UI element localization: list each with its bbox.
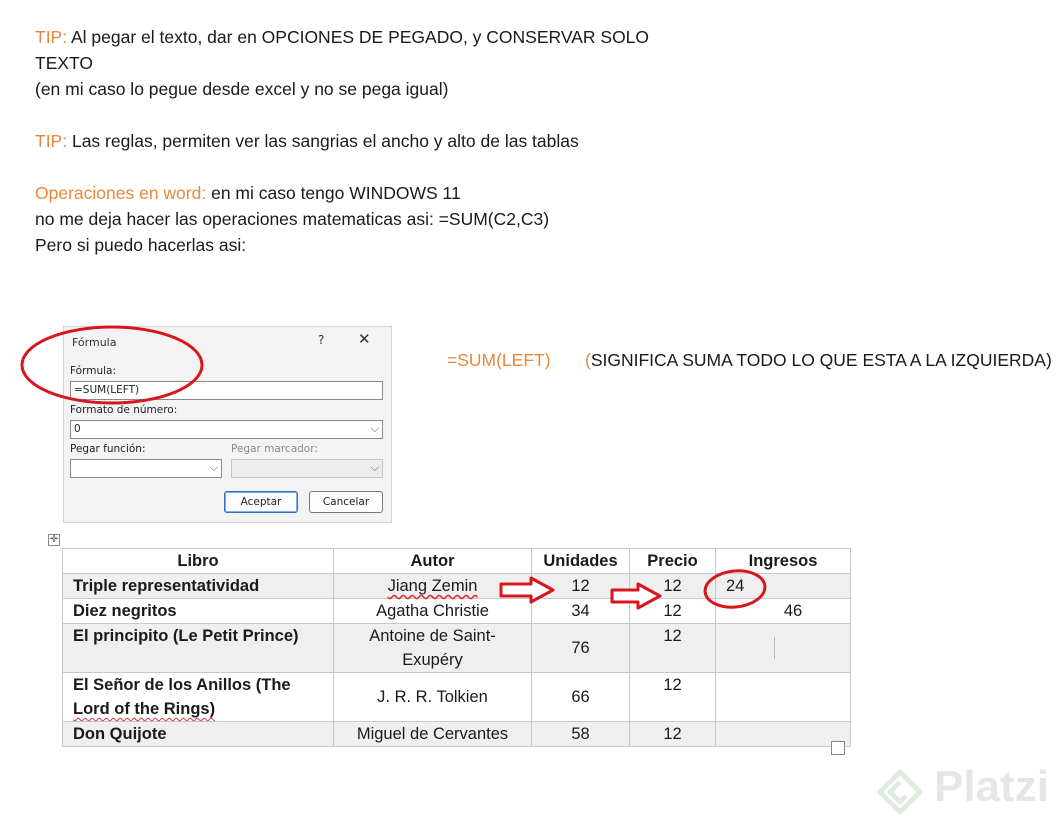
format-select[interactable]: 0 ⌵ bbox=[70, 420, 383, 439]
author-line1: Antoine de Saint- bbox=[369, 627, 496, 645]
tip2-label: TIP: bbox=[35, 131, 68, 151]
cell-precio[interactable]: 12 bbox=[629, 672, 716, 722]
cell-autor[interactable]: Jiang Zemin bbox=[333, 573, 532, 599]
ops-line2: no me deja hacer las operaciones matemat… bbox=[35, 209, 550, 229]
paste-bookmark-select[interactable]: ⌵ bbox=[231, 459, 383, 478]
table-resize-handle[interactable] bbox=[831, 741, 845, 755]
help-icon[interactable]: ? bbox=[318, 333, 324, 347]
cell-autor[interactable]: J. R. R. Tolkien bbox=[333, 672, 532, 722]
format-label: Formato de número: bbox=[70, 404, 178, 416]
table-row: Triple representatividad Jiang Zemin 12 … bbox=[62, 573, 851, 599]
table-row: Don Quijote Miguel de Cervantes 58 12 bbox=[62, 721, 851, 747]
format-value: 0 bbox=[74, 423, 81, 435]
formula-dialog: Fórmula ? ✕ Fórmula: =SUM(LEFT) Formato … bbox=[63, 326, 392, 523]
chevron-down-icon: ⌵ bbox=[209, 461, 218, 474]
ops-line3: Pero si puedo hacerlas asi: bbox=[35, 235, 247, 255]
tip1-text: Al pegar el texto, dar en OPCIONES DE PE… bbox=[67, 27, 650, 47]
cell-libro[interactable]: Triple representatividad bbox=[62, 573, 334, 599]
author-text: Jiang Zemin bbox=[387, 577, 478, 595]
table-row: El Señor de los Anillos (The Lord of the … bbox=[62, 672, 851, 722]
header-libro: Libro bbox=[62, 548, 334, 574]
cell-autor[interactable]: Antoine de Saint- Exupéry bbox=[333, 623, 532, 673]
close-icon[interactable]: ✕ bbox=[358, 330, 371, 348]
cell-libro[interactable]: El principito (Le Petit Prince) bbox=[62, 623, 334, 673]
formula-note-meaning: (SIGNIFICA SUMA TODO LO QUE ESTA A LA IZ… bbox=[585, 350, 1052, 371]
paste-bookmark-label: Pegar marcador: bbox=[231, 443, 318, 455]
cell-libro[interactable]: Diez negritos bbox=[62, 598, 334, 624]
cell-ingresos[interactable] bbox=[715, 623, 851, 673]
libro-line1-text: El Señor de los Anillos (The bbox=[73, 676, 291, 694]
table-header-row: Libro Autor Unidades Precio Ingresos bbox=[62, 548, 851, 574]
cell-unidades[interactable]: 66 bbox=[531, 672, 630, 722]
cell-autor[interactable]: Agatha Christie bbox=[333, 598, 532, 624]
ops-text: en mi caso tengo WINDOWS 11 bbox=[206, 183, 461, 203]
accept-button[interactable]: Aceptar bbox=[224, 491, 298, 513]
libro-line1: El Señor de los Anillos (The bbox=[73, 673, 323, 697]
cell-unidades[interactable]: 12 bbox=[531, 573, 630, 599]
ops-line1: Operaciones en word: en mi caso tengo WI… bbox=[35, 182, 461, 204]
platzi-logo-icon bbox=[877, 769, 923, 815]
header-unidades: Unidades bbox=[531, 548, 630, 574]
table-row: El principito (Le Petit Prince) Antoine … bbox=[62, 623, 851, 673]
ops-label: Operaciones en word: bbox=[35, 183, 207, 203]
cell-unidades[interactable]: 58 bbox=[531, 721, 630, 747]
chevron-down-icon: ⌵ bbox=[370, 422, 379, 435]
tip2-line: TIP: Las reglas, permiten ver las sangri… bbox=[35, 130, 579, 152]
tip1-line2: TEXTO bbox=[35, 53, 94, 73]
cell-unidades[interactable]: 76 bbox=[531, 623, 630, 673]
tip2-text: Las reglas, permiten ver las sangrias el… bbox=[67, 131, 579, 151]
paste-function-label: Pegar función: bbox=[70, 443, 146, 455]
cell-precio[interactable]: 12 bbox=[629, 598, 716, 624]
cell-libro[interactable]: El Señor de los Anillos (The Lord of the … bbox=[62, 672, 334, 722]
cell-ingresos[interactable]: 46 bbox=[715, 598, 851, 624]
tip1-line1: TIP: Al pegar el texto, dar en OPCIONES … bbox=[35, 26, 649, 48]
table-row: Diez negritos Agatha Christie 34 12 46 bbox=[62, 598, 851, 624]
books-table: Libro Autor Unidades Precio Ingresos Tri… bbox=[62, 548, 851, 747]
table-move-handle-icon[interactable]: ✛ bbox=[48, 534, 60, 546]
formula-label: Fórmula: bbox=[70, 365, 116, 377]
tip1-label: TIP: bbox=[35, 27, 68, 47]
dialog-title: Fórmula bbox=[72, 336, 117, 349]
libro-line2: Lord of the Rings) bbox=[73, 700, 216, 718]
text-cursor bbox=[774, 637, 775, 659]
cell-ingresos[interactable]: 24 bbox=[715, 573, 851, 599]
cell-ingresos[interactable] bbox=[715, 672, 851, 722]
formula-note-text: SIGNIFICA SUMA TODO LO QUE ESTA A LA IZQ… bbox=[590, 350, 1052, 370]
cell-autor[interactable]: Miguel de Cervantes bbox=[333, 721, 532, 747]
cancel-button[interactable]: Cancelar bbox=[309, 491, 383, 513]
cell-precio[interactable]: 12 bbox=[629, 721, 716, 747]
paste-function-select[interactable]: ⌵ bbox=[70, 459, 222, 478]
tip1-line3: (en mi caso lo pegue desde excel y no se… bbox=[35, 79, 449, 99]
cell-libro[interactable]: Don Quijote bbox=[62, 721, 334, 747]
author-line2: Exupéry bbox=[402, 651, 463, 669]
chevron-down-icon: ⌵ bbox=[370, 461, 379, 474]
formula-input[interactable]: =SUM(LEFT) bbox=[70, 381, 383, 400]
header-autor: Autor bbox=[333, 548, 532, 574]
cell-precio[interactable]: 12 bbox=[629, 623, 716, 673]
header-precio: Precio bbox=[629, 548, 716, 574]
header-ingresos: Ingresos bbox=[715, 548, 851, 574]
cell-precio[interactable]: 12 bbox=[629, 573, 716, 599]
platzi-watermark: Platzi bbox=[934, 762, 1049, 811]
formula-note-formula: =SUM(LEFT) bbox=[447, 350, 551, 370]
cell-unidades[interactable]: 34 bbox=[531, 598, 630, 624]
